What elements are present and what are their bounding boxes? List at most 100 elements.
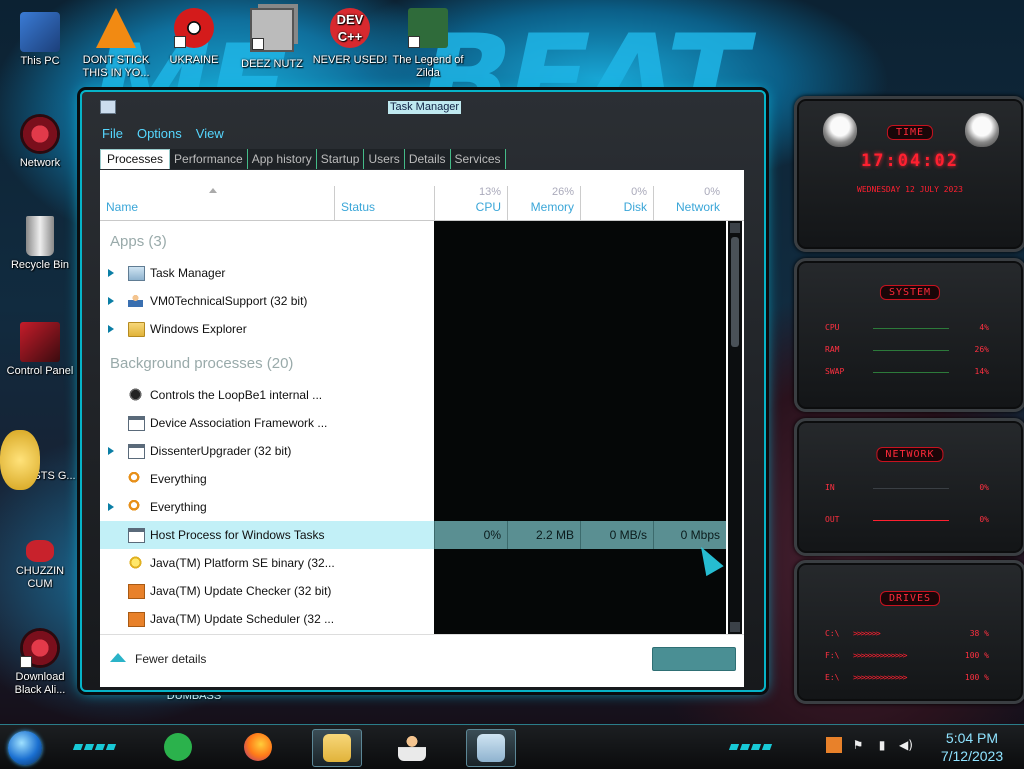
desktop-icon-chuzzin[interactable]: CHUZZIN CUM [2,540,78,591]
table-row[interactable]: Device Association Framework ... [100,409,726,437]
end-task-button[interactable] [652,647,736,671]
table-row-selected[interactable]: Host Process for Windows Tasks 0% 2.2 MB… [100,521,726,549]
tab-details[interactable]: Details [404,149,451,169]
usage-chevrons-icon: >>>>>>>>>>>>>> [853,651,907,660]
window-icon [128,416,145,431]
network-icon[interactable]: ▮ [874,737,890,753]
devcpp-icon: DEV C++ [330,8,370,48]
metric-label: C:\ [825,629,840,638]
alien-head-icon [965,113,999,147]
drives-gadget: Drives C:\ >>>>>>> 38 % F:\ >>>>>>>>>>>>… [794,560,1024,704]
title-bar[interactable]: Task Manager [82,92,764,118]
scroll-up-icon[interactable] [730,223,740,233]
desktop-icon-recycle-bin[interactable]: Recycle Bin [2,216,78,272]
radiation-icon [174,8,214,48]
system-row-cpu: CPU 4% [825,323,989,335]
process-list-panel: Name Status 13% CPU 26% Memory 0% Disk 0… [100,170,744,634]
cartoon-character-icon [0,430,40,490]
menu-view[interactable]: View [196,126,224,144]
table-row[interactable]: Everything [100,465,726,493]
task-manager-window[interactable]: Task Manager File Options View Processes… [80,90,766,692]
taskbar-file-explorer[interactable] [312,729,362,767]
metric-value: 38 % [969,629,989,638]
desktop-icon-this-pc[interactable]: This PC [2,12,78,68]
menu-file[interactable]: File [102,126,123,144]
tab-performance[interactable]: Performance [170,149,248,169]
drive-row-c: C:\ >>>>>>> 38 % [825,629,989,641]
process-name: Everything [150,472,207,486]
taskbar-clock[interactable]: 5:04 PM 7/12/2023 [928,729,1016,765]
column-status-label: Status [341,200,376,214]
column-cpu[interactable]: 13% CPU [435,170,507,220]
tab-startup[interactable]: Startup [316,149,365,169]
taskbar-feedly[interactable] [154,729,202,765]
tab-strip: Processes Performance App history Startu… [100,149,506,169]
scrollbar-thumb[interactable] [731,237,739,347]
scroll-down-icon[interactable] [730,622,740,632]
task-manager-app-icon [100,100,116,114]
table-row[interactable]: Controls the LoopBe1 internal ... [100,381,726,409]
collapse-arrow-icon[interactable] [110,653,126,662]
tab-users[interactable]: Users [364,149,405,169]
taskbar-support-app[interactable] [388,729,436,765]
column-status[interactable]: Status [335,170,434,220]
expand-chevron-icon[interactable] [108,269,114,277]
start-button[interactable] [8,731,42,765]
expand-chevron-icon[interactable] [108,447,114,455]
column-name[interactable]: Name [100,170,334,220]
expand-chevron-icon[interactable] [108,503,114,511]
column-network[interactable]: 0% Network [654,170,726,220]
taskbar-firefox[interactable] [234,729,282,765]
tab-services[interactable]: Services [450,149,506,169]
vertical-scrollbar[interactable] [728,221,742,634]
desktop-icon-zilda[interactable]: The Legend of Zilda [390,8,466,80]
table-row[interactable]: Task Manager [100,259,726,287]
desktop-icon-network[interactable]: Network [2,114,78,170]
metric-bar [873,520,949,521]
table-row[interactable]: VM0TechnicalSupport (32 bit) [100,287,726,315]
usage-chevrons-icon: >>>>>>> [853,629,881,638]
table-row[interactable]: DissenterUpgrader (32 bit) [100,437,726,465]
red-character-icon [26,540,54,562]
desktop-icon-label: Download Black Ali... [14,671,66,696]
expand-chevron-icon[interactable] [108,297,114,305]
network-row-out: OUT 0% [825,515,989,527]
java-tray-icon[interactable] [826,737,842,753]
volume-icon[interactable]: ◀) [898,737,914,753]
tab-app-history[interactable]: App history [247,149,317,169]
expand-chevron-icon[interactable] [108,325,114,333]
table-row[interactable]: Java(TM) Update Scheduler (32 ... [100,605,726,633]
menu-options[interactable]: Options [137,126,182,144]
network-cell: 0 Mbps [653,521,726,549]
process-name: Device Association Framework ... [150,416,328,430]
table-row[interactable]: Windows Explorer [100,315,726,343]
table-row[interactable]: Everything [100,493,726,521]
gadget-title: Drives [879,591,941,606]
desktop-icon-label: This PC [20,55,60,67]
desktop-icon-ukraine[interactable]: UKRAINE [156,8,232,67]
process-rows: Apps (3) Task Manager VM0TechnicalSuppor… [100,221,726,634]
metric-value: 100 % [964,673,989,682]
gadget-title: Time [886,125,934,140]
table-row[interactable]: Java(TM) Platform SE binary (32... [100,549,726,577]
column-memory[interactable]: 26% Memory [508,170,580,220]
desktop-icon-control-panel[interactable]: Control Panel [2,322,78,378]
desktop-icon-never-used[interactable]: DEV C++ NEVER USED! [312,8,388,67]
disk-total-percent: 0% [631,186,647,198]
desktop-icon-label: Network [19,157,61,169]
gadget-title: Network [876,447,944,462]
column-memory-label: Memory [530,200,574,214]
column-disk[interactable]: 0% Disk [581,170,653,220]
flag-icon[interactable]: ⚑ [850,737,866,753]
table-row[interactable]: Java(TM) Update Checker (32 bit) [100,577,726,605]
java-update-icon [128,612,145,627]
desktop-icon-deez-nutz[interactable]: DEEZ NUTZ [234,8,310,71]
fewer-details-link[interactable]: Fewer details [135,652,206,666]
desktop-icon-download-black-alien[interactable]: Download Black Ali... [2,628,78,697]
taskbar-task-manager[interactable] [466,729,516,767]
desktop-icon-label: DEEZ NUTZ [241,58,303,70]
desktop-icon-vlc[interactable]: DONT STICK THIS IN YO... [78,8,154,80]
tab-processes[interactable]: Processes [100,149,171,169]
metric-value: 0% [979,483,989,492]
gadget-clock-time: 17:04:02 [861,151,959,171]
